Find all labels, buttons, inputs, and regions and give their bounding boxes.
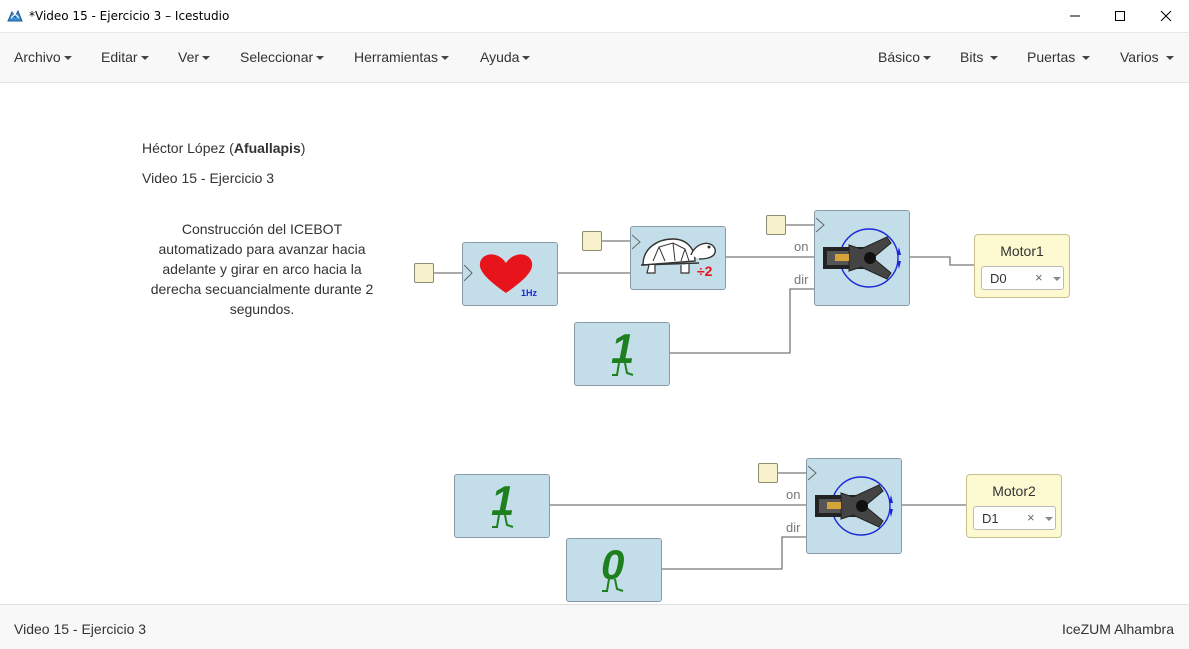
maximize-icon [1115,11,1125,21]
menu-herramientas[interactable]: Herramientas [354,49,450,65]
chevron-down-icon [522,56,531,61]
status-bar: Video 15 - Ejercicio 3 IceZUM Alhambra [0,604,1189,649]
frequency-divider-block[interactable]: ÷2 [630,226,726,290]
menu-ayuda[interactable]: Ayuda [480,49,531,65]
menu-varios[interactable]: Varios [1120,49,1174,65]
menu-basico[interactable]: Básico [878,49,932,65]
design-canvas[interactable]: Héctor López (Afuallapis) Video 15 - Eje… [0,83,1189,604]
motor2-title: Motor2 [992,483,1036,499]
motor1-pin-value: D0 [990,271,1007,286]
clear-icon[interactable]: × [1035,270,1043,285]
constant-one-block[interactable]: 1 [574,322,670,386]
chevron-down-icon [316,56,325,61]
chevron-down-icon [1165,56,1174,61]
divider-label: ÷2 [697,263,713,279]
servo2-on-label: on [786,487,801,502]
chevron-down-icon [1082,56,1091,61]
close-icon [1160,10,1172,22]
author-comment: Héctor López (Afuallapis) [142,140,306,156]
minimize-button[interactable] [1052,0,1098,32]
input-wire-label[interactable] [582,231,602,251]
chevron-down-icon [140,56,149,61]
heartbeat-1hz-block[interactable]: 1Hz [462,242,558,306]
constant-zero-block[interactable]: 0 [566,538,662,602]
minimize-icon [1070,15,1080,17]
close-button[interactable] [1143,0,1189,32]
motor2-pin-select[interactable]: D1 × [973,506,1056,530]
exercise-comment: Video 15 - Ejercicio 3 [142,170,275,186]
heartbeat-label: 1Hz [521,288,538,298]
icestudio-logo-icon [7,9,23,22]
window-title: *Video 15 - Ejercicio 3 – Icestudio [29,9,230,23]
status-board-name[interactable]: IceZUM Alhambra [1062,621,1174,637]
chevron-down-icon [1053,277,1061,281]
clear-icon[interactable]: × [1027,510,1035,525]
menu-ver[interactable]: Ver [178,49,211,65]
window-title-bar: *Video 15 - Ejercicio 3 – Icestudio [0,0,1189,33]
motor2-pin-value: D1 [982,511,999,526]
chevron-down-icon [202,56,211,61]
input-wire-label[interactable] [766,215,786,235]
menu-archivo[interactable]: Archivo [14,49,72,65]
motor1-pin-select[interactable]: D0 × [981,266,1064,290]
maximize-button[interactable] [1097,0,1143,32]
menu-bar: Archivo Editar Ver Seleccionar Herramien… [0,33,1189,83]
legs-icon [612,363,634,376]
constant-one-block[interactable]: 1 [454,474,550,538]
menu-editar[interactable]: Editar [101,49,149,65]
input-wire-label[interactable] [758,463,778,483]
motor1-title: Motor1 [1000,243,1044,259]
turtle-icon [631,234,716,274]
servo-icon [815,217,901,288]
legs-icon [492,515,514,528]
servo1-on-label: on [794,239,809,254]
servo2-dir-label: dir [786,520,801,535]
menu-bits[interactable]: Bits [960,49,999,65]
servo-icon [807,465,893,536]
motor2-output-block[interactable]: Motor2 D1 × [966,474,1062,538]
menu-seleccionar[interactable]: Seleccionar [240,49,325,65]
chevron-down-icon [1045,517,1053,521]
servo-motor-block-2[interactable] [806,458,902,554]
chevron-down-icon [441,56,450,61]
status-project-name: Video 15 - Ejercicio 3 [14,621,147,637]
menu-puertas[interactable]: Puertas [1027,49,1091,65]
legs-icon [602,579,624,592]
description-comment: Construcción del ICEBOT automatizado par… [150,221,374,317]
chevron-down-icon [923,56,932,61]
input-wire-label[interactable] [414,263,434,283]
chevron-down-icon [63,56,72,61]
motor1-output-block[interactable]: Motor1 D0 × [974,234,1070,298]
servo-motor-block-1[interactable] [814,210,910,306]
servo1-dir-label: dir [794,272,809,287]
heart-icon [463,254,533,293]
chevron-down-icon [990,56,999,61]
